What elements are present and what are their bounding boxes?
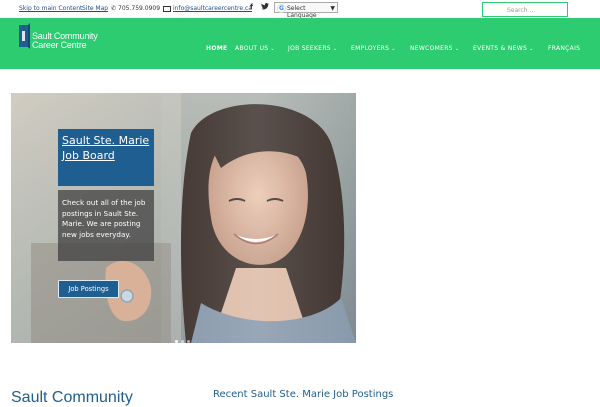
nav-job-seekers[interactable]: JOB SEEKERS ⌄ — [288, 45, 337, 52]
facebook-icon[interactable]: f — [250, 3, 253, 11]
section-heading-right: Recent Sault Ste. Marie Job Postings — [213, 389, 394, 400]
slider-dot[interactable] — [175, 340, 178, 343]
chevron-down-icon: ⌄ — [270, 46, 275, 52]
site-header: Sault Community Career Centre HOME ABOUT… — [0, 18, 600, 69]
nav-home-label: HOME — [206, 45, 228, 52]
job-postings-button[interactable]: Job Postings — [58, 280, 119, 298]
search-placeholder: Search ... — [507, 7, 536, 14]
logo-line2: Career Centre — [32, 40, 87, 50]
twitter-icon[interactable] — [261, 3, 269, 12]
language-select[interactable]: G Select Language ▼ — [274, 2, 338, 19]
phone-icon: ✆ — [111, 5, 117, 12]
email-link[interactable]: info@saultcareercentre.ca — [163, 5, 252, 12]
slide-description-box: Check out all of the job postings in Sau… — [58, 190, 154, 261]
logo-mark-icon — [19, 23, 30, 49]
search-input[interactable]: Search ... — [482, 2, 568, 17]
chevron-down-icon: ⌄ — [529, 46, 534, 52]
email-text[interactable]: info@saultcareercentre.ca — [173, 5, 252, 12]
slide-title-box: Sault Ste. Marie Job Board — [58, 129, 154, 186]
nav-job-seekers-label: JOB SEEKERS — [288, 45, 331, 52]
nav-events-news-label: EVENTS & NEWS — [473, 45, 528, 52]
phone-text: 705.759.0909 — [118, 5, 161, 12]
chevron-down-icon: ⌄ — [391, 46, 396, 52]
phone-number: ✆ 705.759.0909 — [111, 5, 160, 12]
nav-about-us-label: ABOUT US — [235, 45, 269, 52]
nav-francais-label: FRANÇAIS — [548, 45, 581, 52]
slider-dot[interactable] — [187, 340, 190, 343]
dropdown-arrow-icon: ▼ — [330, 4, 335, 12]
google-icon: G — [277, 4, 286, 13]
slide-description: Check out all of the job postings in Sau… — [62, 198, 146, 239]
site-logo[interactable]: Sault Community Career Centre — [19, 23, 129, 55]
slider-dot[interactable] — [181, 340, 184, 343]
nav-employers-label: EMPLOYERS — [351, 45, 390, 52]
slider-pagination — [175, 328, 193, 343]
sitemap-link[interactable]: Site Map — [82, 5, 108, 12]
slide-title-link[interactable]: Sault Ste. Marie Job Board — [62, 133, 152, 163]
hero-slider[interactable]: Sault Ste. Marie Job Board Check out all… — [11, 93, 356, 343]
section-heading-left: Sault Community — [11, 389, 133, 406]
nav-events-news[interactable]: EVENTS & NEWS ⌄ — [473, 45, 534, 52]
nav-francais[interactable]: FRANÇAIS — [548, 45, 580, 52]
nav-home[interactable]: HOME — [206, 45, 227, 52]
nav-employers[interactable]: EMPLOYERS ⌄ — [351, 45, 396, 52]
nav-newcomers[interactable]: NEWCOMERS ⌄ — [410, 45, 459, 52]
chevron-down-icon: ⌄ — [332, 46, 338, 52]
chevron-down-icon: ⌄ — [454, 46, 460, 52]
nav-newcomers-label: NEWCOMERS — [410, 45, 453, 52]
envelope-icon — [163, 5, 171, 12]
nav-about-us[interactable]: ABOUT US ⌄ — [235, 45, 275, 52]
skip-to-content-link[interactable]: Skip to main Content — [19, 5, 82, 12]
